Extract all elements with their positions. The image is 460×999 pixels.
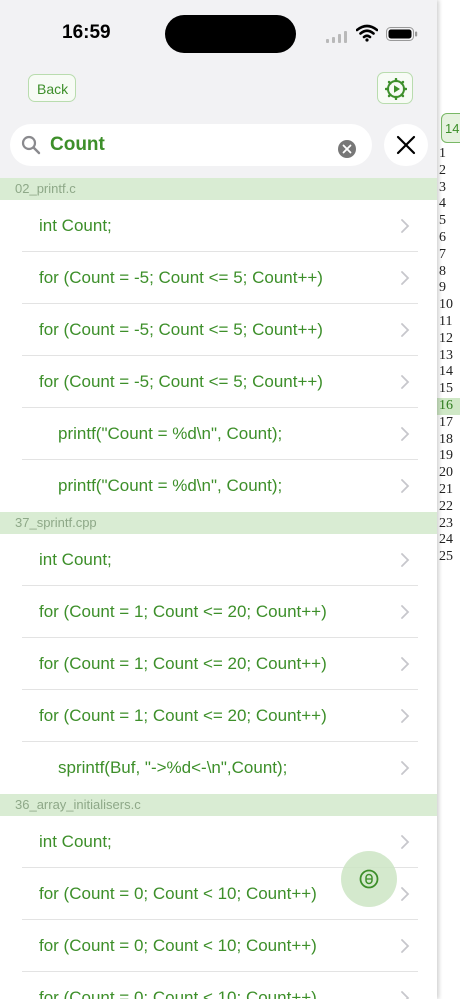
navigation-bar: Back — [0, 68, 437, 110]
result-line-text: for (Count = -5; Count <= 5; Count++) — [39, 372, 323, 391]
line-number: 20 — [439, 465, 453, 481]
result-row[interactable]: int Count; — [22, 200, 418, 252]
file-section-header: 37_sprintf.cpp — [0, 512, 437, 534]
result-row[interactable]: int Count; — [22, 534, 418, 586]
line-number: 25 — [439, 549, 453, 565]
chevron-right-icon — [401, 835, 410, 849]
result-row[interactable]: for (Count = 1; Count <= 20; Count++) — [22, 690, 418, 742]
line-number: 18 — [439, 431, 453, 447]
result-line-text: for (Count = 1; Count <= 20; Count++) — [39, 706, 327, 725]
line-number: 17 — [439, 414, 453, 430]
result-row[interactable]: for (Count = 1; Count <= 20; Count++) — [22, 638, 418, 690]
chevron-right-icon — [401, 375, 410, 389]
chevron-right-icon — [401, 657, 410, 671]
result-line-text: for (Count = 0; Count < 10; Count++) — [39, 884, 317, 903]
search-panel: 16:59 Back Count 02_printf.c int Count; … — [0, 0, 437, 999]
result-row[interactable]: for (Count = 1; Count <= 20; Count++) — [22, 586, 418, 638]
status-bar: 16:59 — [0, 0, 437, 60]
result-list: int Count; for (Count = 0; Count < 10; Co… — [0, 816, 437, 999]
line-number: 15 — [439, 381, 453, 397]
close-icon — [396, 135, 416, 155]
result-line-text: for (Count = 0; Count < 10; Count++) — [39, 988, 317, 999]
line-number: 5 — [439, 213, 446, 229]
line-number: 7 — [439, 246, 446, 262]
result-row[interactable]: for (Count = 0; Count < 10; Count++) — [22, 920, 418, 972]
chevron-right-icon — [401, 427, 410, 441]
line-number: 1 — [439, 146, 446, 161]
line-number: 2 — [439, 162, 446, 178]
chevron-right-icon — [401, 761, 410, 775]
result-row[interactable]: for (Count = -5; Count <= 5; Count++) — [22, 356, 418, 408]
line-number: 19 — [439, 448, 453, 464]
chevron-right-icon — [401, 219, 410, 233]
result-line-text: for (Count = 1; Count <= 20; Count++) — [39, 654, 327, 673]
chevron-right-icon — [401, 709, 410, 723]
clear-icon[interactable] — [338, 140, 356, 158]
code-editor-strip[interactable]: 14 1 2 3 4 5 6 7 8 9 10 11 12 13 14 15 16 17 18 19 20 21 22 23… — [436, 0, 460, 999]
chevron-right-icon — [401, 553, 410, 567]
chevron-right-icon — [401, 271, 410, 285]
result-line-text: int Count; — [39, 216, 112, 235]
result-line-text: for (Count = -5; Count <= 5; Count++) — [39, 268, 323, 287]
cellular-signal-icon — [326, 31, 350, 43]
line-number: 16 — [436, 397, 460, 415]
result-line-text: printf("Count = %d\n", Count); — [58, 424, 283, 443]
line-number: 21 — [439, 481, 453, 497]
result-row[interactable]: printf("Count = %d\n", Count); — [22, 460, 418, 512]
search-input[interactable]: Count — [50, 124, 330, 166]
line-number: 13 — [439, 347, 453, 363]
editor-tab[interactable]: 14 — [441, 113, 460, 143]
result-line-text: sprintf(Buf, "->%d<-\n",Count); — [58, 758, 288, 777]
result-line-text: printf("Count = %d\n", Count); — [58, 476, 283, 495]
file-section-header: 36_array_initialisers.c — [0, 794, 437, 816]
close-search-button[interactable] — [384, 124, 428, 166]
result-row[interactable]: for (Count = -5; Count <= 5; Count++) — [22, 252, 418, 304]
line-number: 24 — [439, 532, 453, 548]
chevron-right-icon — [401, 323, 410, 337]
line-number-gutter: 1 2 3 4 5 6 7 8 9 10 11 12 13 14 15 16 17 18 19 20 21 22 23 24 2… — [436, 146, 460, 566]
debug-fab-button[interactable] — [341, 851, 397, 907]
result-line-text: for (Count = -5; Count <= 5; Count++) — [39, 320, 323, 339]
chevron-right-icon — [401, 479, 410, 493]
result-row[interactable]: for (Count = 0; Count < 10; Count++) — [22, 972, 418, 999]
line-number: 3 — [439, 179, 446, 195]
search-icon — [21, 135, 41, 155]
wifi-icon — [356, 24, 378, 42]
line-number: 22 — [439, 498, 453, 514]
gear-icon — [385, 78, 407, 100]
chevron-right-icon — [401, 605, 410, 619]
status-time: 16:59 — [62, 22, 111, 43]
result-line-text: for (Count = 1; Count <= 20; Count++) — [39, 602, 327, 621]
result-list: int Count; for (Count = -5; Count <= 5; C… — [0, 200, 437, 512]
chevron-right-icon — [401, 991, 410, 999]
line-number: 12 — [439, 330, 453, 346]
line-number: 14 — [439, 364, 453, 380]
result-row[interactable]: sprintf(Buf, "->%d<-\n",Count); — [22, 742, 418, 794]
line-number: 23 — [439, 515, 453, 531]
battery-icon — [386, 27, 418, 41]
line-number: 4 — [439, 196, 446, 212]
result-list: int Count; for (Count = 1; Count <= 20; C… — [0, 534, 437, 794]
file-section-header: 02_printf.c — [0, 178, 437, 200]
chevron-right-icon — [401, 939, 410, 953]
bug-icon — [359, 869, 379, 889]
result-line-text: int Count; — [39, 832, 112, 851]
search-row: Count — [0, 120, 437, 170]
chevron-right-icon — [401, 887, 410, 901]
result-line-text: int Count; — [39, 550, 112, 569]
line-number: 9 — [439, 280, 446, 296]
result-line-text: for (Count = 0; Count < 10; Count++) — [39, 936, 317, 955]
line-number: 8 — [439, 263, 446, 279]
dynamic-island — [165, 15, 296, 53]
back-button[interactable]: Back — [28, 74, 76, 102]
result-row[interactable]: for (Count = -5; Count <= 5; Count++) — [22, 304, 418, 356]
line-number: 6 — [439, 229, 446, 245]
search-field[interactable]: Count — [10, 124, 372, 166]
line-number: 10 — [439, 297, 453, 313]
settings-button[interactable] — [377, 72, 413, 104]
result-row[interactable]: printf("Count = %d\n", Count); — [22, 408, 418, 460]
line-number: 11 — [439, 313, 453, 329]
